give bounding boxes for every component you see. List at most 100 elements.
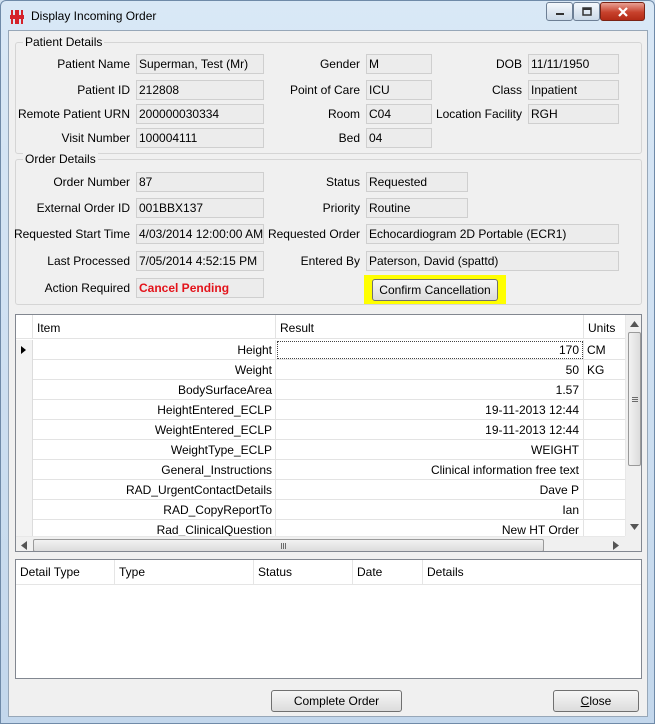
row-header[interactable] [16, 500, 33, 520]
maximize-icon [581, 6, 592, 16]
priority-field[interactable]: Routine [366, 198, 468, 218]
scroll-down-icon[interactable] [630, 524, 639, 530]
item-cell[interactable]: RAD_CopyReportTo [33, 500, 276, 520]
class-label: Class [491, 83, 522, 97]
row-header[interactable] [16, 440, 33, 460]
item-cell[interactable]: Height [33, 340, 276, 360]
units-cell[interactable]: CM [584, 340, 625, 360]
table-row[interactable]: WeightEntered_ECLP 19-11-2013 12:44 [16, 420, 625, 440]
close-button[interactable]: Close [553, 690, 639, 712]
result-cell[interactable]: 19-11-2013 12:44 [276, 400, 584, 420]
action-required-field[interactable]: Cancel Pending [136, 278, 264, 298]
horizontal-scroll-thumb[interactable] [33, 539, 544, 551]
results-grid[interactable]: Item Result Units Height 170 CM Weight 50 KG B… [15, 314, 642, 552]
units-cell[interactable] [584, 480, 625, 500]
column-header-detail-type[interactable]: Detail Type [16, 560, 115, 585]
gender-field[interactable]: M [366, 54, 432, 74]
vertical-scroll-thumb[interactable] [628, 332, 641, 466]
table-row[interactable]: RAD_CopyReportTo Ian [16, 500, 625, 520]
result-cell[interactable]: Ian [276, 500, 584, 520]
column-header-result[interactable]: Result [276, 315, 584, 339]
requested-start-field[interactable]: 4/03/2014 12:00:00 AM [136, 224, 264, 244]
minimize-button[interactable] [546, 2, 573, 21]
table-row[interactable]: Height 170 CM [16, 340, 625, 360]
action-required-label: Action Required [44, 281, 130, 295]
requested-start-label: Requested Start Time [13, 227, 130, 241]
external-order-id-field[interactable]: 001BBX137 [136, 198, 264, 218]
item-cell[interactable]: WeightType_ECLP [33, 440, 276, 460]
result-cell[interactable]: 19-11-2013 12:44 [276, 420, 584, 440]
gender-label: Gender [319, 57, 360, 71]
row-header[interactable] [16, 460, 33, 480]
table-row[interactable]: Weight 50 KG [16, 360, 625, 380]
column-header-type[interactable]: Type [115, 560, 254, 585]
patient-name-field[interactable]: Superman, Test (Mr) [136, 54, 264, 74]
column-header-status[interactable]: Status [254, 560, 353, 585]
item-cell[interactable]: RAD_UrgentContactDetails [33, 480, 276, 500]
column-header-date[interactable]: Date [353, 560, 423, 585]
column-header-item[interactable]: Item [33, 315, 276, 339]
scroll-left-icon[interactable] [21, 541, 27, 550]
item-cell[interactable]: General_Instructions [33, 460, 276, 480]
item-cell[interactable]: WeightEntered_ECLP [33, 420, 276, 440]
row-header[interactable] [16, 420, 33, 440]
table-row[interactable]: BodySurfaceArea 1.57 [16, 380, 625, 400]
room-field[interactable]: C04 [366, 104, 432, 124]
row-header[interactable] [16, 480, 33, 500]
patient-id-field[interactable]: 212808 [136, 80, 264, 100]
result-cell[interactable]: 1.57 [276, 380, 584, 400]
visit-number-field[interactable]: 100004111 [136, 128, 264, 148]
units-cell[interactable] [584, 420, 625, 440]
horizontal-scrollbar[interactable] [16, 536, 625, 551]
close-window-button[interactable] [600, 2, 645, 21]
column-header-details[interactable]: Details [423, 560, 641, 585]
details-list[interactable]: Detail Type Type Status Date Details [15, 559, 642, 679]
point-of-care-field[interactable]: ICU [366, 80, 432, 100]
visit-number-label: Visit Number [61, 131, 130, 145]
class-field[interactable]: Inpatient [528, 80, 619, 100]
order-number-field[interactable]: 87 [136, 172, 264, 192]
status-field[interactable]: Requested [366, 172, 468, 192]
bed-field[interactable]: 04 [366, 128, 432, 148]
column-header-units[interactable]: Units [584, 315, 625, 339]
scroll-right-icon[interactable] [613, 541, 619, 550]
item-cell[interactable]: HeightEntered_ECLP [33, 400, 276, 420]
result-cell[interactable]: 170 [276, 340, 584, 360]
vertical-scrollbar[interactable] [625, 315, 641, 536]
app-window: Display Incoming Order Patient Details P… [0, 0, 655, 724]
result-cell[interactable]: Dave P [276, 480, 584, 500]
units-cell[interactable] [584, 400, 625, 420]
item-cell[interactable]: BodySurfaceArea [33, 380, 276, 400]
table-row[interactable]: WeightType_ECLP WEIGHT [16, 440, 625, 460]
table-row[interactable]: RAD_UrgentContactDetails Dave P [16, 480, 625, 500]
entered-by-field[interactable]: Paterson, David (spattd) [366, 251, 619, 271]
row-header[interactable] [16, 380, 33, 400]
title-bar[interactable]: Display Incoming Order [1, 1, 654, 31]
result-cell[interactable]: WEIGHT [276, 440, 584, 460]
row-header[interactable] [16, 360, 33, 380]
row-header[interactable] [16, 340, 33, 360]
last-processed-field[interactable]: 7/05/2014 4:52:15 PM [136, 251, 264, 271]
table-row[interactable]: HeightEntered_ECLP 19-11-2013 12:44 [16, 400, 625, 420]
dob-field[interactable]: 11/11/1950 [528, 54, 619, 74]
item-cell[interactable]: Weight [33, 360, 276, 380]
units-cell[interactable] [584, 440, 625, 460]
table-row[interactable]: General_Instructions Clinical information… [16, 460, 625, 480]
location-facility-field[interactable]: RGH [528, 104, 619, 124]
units-cell[interactable] [584, 380, 625, 400]
result-cell[interactable]: 50 [276, 360, 584, 380]
scroll-up-icon[interactable] [630, 321, 639, 327]
complete-order-button[interactable]: Complete Order [271, 690, 402, 712]
maximize-button[interactable] [573, 2, 600, 21]
remote-urn-field[interactable]: 200000030334 [136, 104, 264, 124]
result-cell[interactable]: Clinical information free text [276, 460, 584, 480]
row-header[interactable] [16, 400, 33, 420]
units-cell[interactable] [584, 460, 625, 480]
last-processed-label: Last Processed [47, 254, 130, 268]
confirm-cancellation-button[interactable]: Confirm Cancellation [372, 279, 498, 301]
patient-name-label: Patient Name [57, 57, 130, 71]
units-cell[interactable] [584, 500, 625, 520]
dialog-body: Patient Details Patient Name Superman, T… [8, 30, 648, 717]
units-cell[interactable]: KG [584, 360, 625, 380]
requested-order-field[interactable]: Echocardiogram 2D Portable (ECR1) [366, 224, 619, 244]
